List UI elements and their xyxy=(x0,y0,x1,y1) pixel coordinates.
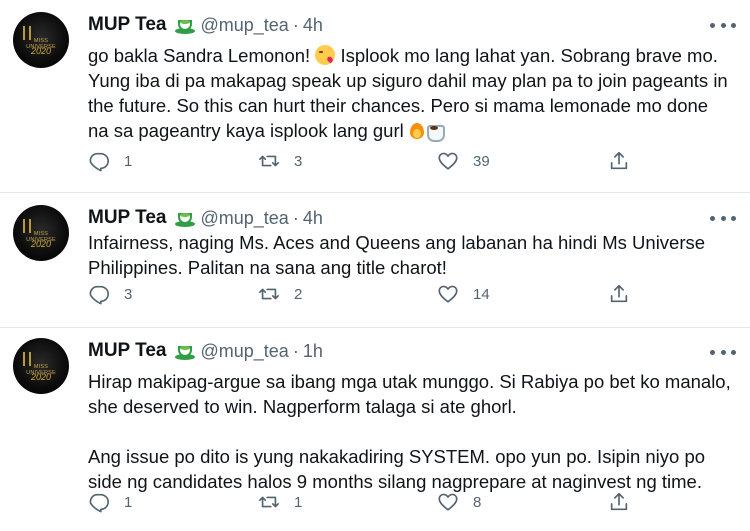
tweet-header: MUP Tea @mup_tea · 4h xyxy=(88,14,323,36)
share-icon xyxy=(610,151,628,170)
tweet-text: Hirap makipag-argue sa ibang mga utak mu… xyxy=(88,369,732,494)
like-button[interactable]: 8 xyxy=(437,490,481,514)
reply-count: 1 xyxy=(124,152,133,170)
retweet-icon xyxy=(259,288,279,300)
retweet-count: 3 xyxy=(294,152,303,170)
hot-beverage-emoji-icon xyxy=(425,120,445,142)
tea-emoji-icon xyxy=(174,16,195,34)
reply-button[interactable]: 1 xyxy=(88,490,132,514)
avatar[interactable]: MISS UNIVERSE 2020 xyxy=(13,338,69,394)
retweet-icon xyxy=(259,155,279,167)
heart-icon xyxy=(438,152,458,170)
display-name[interactable]: MUP Tea xyxy=(88,340,167,362)
tweet-actions: 1 1 8 xyxy=(88,490,648,514)
retweet-icon xyxy=(259,496,279,508)
handle[interactable]: @mup_tea xyxy=(201,341,289,362)
reply-count: 3 xyxy=(124,285,133,303)
more-options-icon[interactable] xyxy=(710,214,736,222)
like-button[interactable]: 39 xyxy=(437,149,490,173)
tweet-paragraph: Ang issue po dito is yung nakakadiring S… xyxy=(88,446,706,492)
tweet-header: MUP Tea @mup_tea · 1h xyxy=(88,340,323,362)
timestamp[interactable]: 4h xyxy=(303,208,323,229)
tweet-actions: 1 3 39 xyxy=(88,149,648,173)
retweet-button[interactable]: 2 xyxy=(258,282,302,306)
like-count: 8 xyxy=(473,493,482,511)
heart-icon xyxy=(438,493,458,511)
retweet-button[interactable]: 3 xyxy=(258,149,302,173)
share-icon xyxy=(610,284,628,303)
separator-dot: · xyxy=(292,207,299,228)
avatar-year: 2020 xyxy=(30,372,52,382)
tweet-text-part: go bakla Sandra Lemonon! xyxy=(88,45,316,66)
tweet-text: go bakla Sandra Lemonon! Isplook mo lang… xyxy=(88,43,732,143)
retweet-count: 2 xyxy=(294,285,303,303)
avatar-year: 2020 xyxy=(30,239,52,249)
like-count: 39 xyxy=(473,152,490,170)
fire-emoji-icon xyxy=(409,120,425,140)
share-button[interactable] xyxy=(608,149,630,173)
tweet-paragraph: Hirap makipag-argue sa ibang mga utak mu… xyxy=(88,371,731,417)
reply-button[interactable]: 1 xyxy=(88,149,132,173)
separator-dot: · xyxy=(292,340,299,361)
like-button[interactable]: 14 xyxy=(437,282,490,306)
separator-dot: · xyxy=(292,14,299,35)
tweet-actions: 3 2 14 xyxy=(88,282,648,306)
avatar[interactable]: MISS UNIVERSE 2020 xyxy=(13,12,69,68)
tea-emoji-icon xyxy=(174,209,195,227)
more-options-icon[interactable] xyxy=(710,21,736,29)
more-options-icon[interactable] xyxy=(710,348,736,356)
kiss-face-emoji-icon xyxy=(315,45,336,65)
avatar[interactable]: MISS UNIVERSE 2020 xyxy=(13,205,69,261)
share-button[interactable] xyxy=(608,282,630,306)
handle[interactable]: @mup_tea xyxy=(201,208,289,229)
timestamp[interactable]: 4h xyxy=(303,15,323,36)
retweet-button[interactable]: 1 xyxy=(258,490,302,514)
display-name[interactable]: MUP Tea xyxy=(88,14,167,36)
retweet-count: 1 xyxy=(294,493,303,511)
like-count: 14 xyxy=(473,285,490,303)
tweet[interactable]: MISS UNIVERSE 2020 MUP Tea @mup_tea · 4h… xyxy=(0,0,750,193)
tweet-header: MUP Tea @mup_tea · 4h xyxy=(88,207,323,229)
display-name[interactable]: MUP Tea xyxy=(88,207,167,229)
reply-icon xyxy=(89,493,109,513)
tea-emoji-icon xyxy=(174,342,195,360)
tweet[interactable]: MISS UNIVERSE 2020 MUP Tea @mup_tea · 1h… xyxy=(0,328,750,531)
share-button[interactable] xyxy=(608,490,630,514)
heart-icon xyxy=(438,285,458,303)
reply-button[interactable]: 3 xyxy=(88,282,132,306)
avatar-year: 2020 xyxy=(30,46,52,56)
reply-count: 1 xyxy=(124,493,133,511)
tweet[interactable]: MISS UNIVERSE 2020 MUP Tea @mup_tea · 4h… xyxy=(0,193,750,328)
reply-icon xyxy=(89,152,109,172)
tweet-text: Infairness, naging Ms. Aces and Queens a… xyxy=(88,232,706,278)
reply-icon xyxy=(89,285,109,305)
share-icon xyxy=(610,492,628,511)
timestamp[interactable]: 1h xyxy=(303,341,323,362)
handle[interactable]: @mup_tea xyxy=(201,15,289,36)
